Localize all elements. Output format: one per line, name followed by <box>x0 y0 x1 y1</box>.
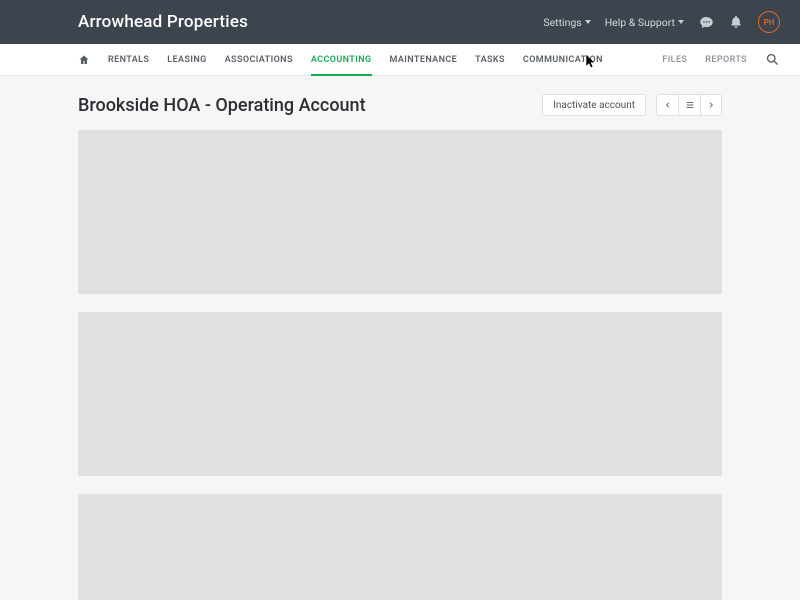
chat-icon[interactable] <box>698 14 714 30</box>
inactivate-account-button[interactable]: Inactivate account <box>542 94 646 116</box>
pager-list-button[interactable] <box>678 94 700 116</box>
help-support-menu[interactable]: Help & Support <box>605 16 684 29</box>
page-header: Brookside HOA - Operating Account Inacti… <box>78 76 722 130</box>
pager-next-button[interactable] <box>700 94 722 116</box>
loading-placeholder <box>78 130 722 294</box>
user-avatar[interactable]: PH <box>758 11 780 33</box>
nav-associations[interactable]: ASSOCIATIONS <box>225 44 293 75</box>
nav-accounting[interactable]: ACCOUNTING <box>311 44 372 75</box>
chevron-down-icon <box>678 20 684 24</box>
help-label: Help & Support <box>605 16 675 29</box>
chevron-down-icon <box>585 20 591 24</box>
page-title: Brookside HOA - Operating Account <box>78 95 366 116</box>
top-bar: Arrowhead Properties Settings Help & Sup… <box>0 0 800 44</box>
nav-communication[interactable]: COMMUNICATION <box>523 44 603 75</box>
main-scroll[interactable]: Arrowhead Properties Settings Help & Sup… <box>0 0 800 600</box>
pager-prev-button[interactable] <box>656 94 678 116</box>
search-icon[interactable] <box>765 44 780 75</box>
settings-menu[interactable]: Settings <box>543 16 590 29</box>
nav-leasing[interactable]: LEASING <box>167 44 206 75</box>
loading-placeholder <box>78 494 722 600</box>
brand-name: Arrowhead Properties <box>78 12 248 32</box>
nav-tasks[interactable]: TASKS <box>475 44 505 75</box>
bell-icon[interactable] <box>728 14 744 30</box>
nav-reports[interactable]: REPORTS <box>705 44 747 75</box>
nav-bar: RENTALS LEASING ASSOCIATIONS ACCOUNTING … <box>0 44 800 76</box>
nav-rentals[interactable]: RENTALS <box>108 44 149 75</box>
page-body: Brookside HOA - Operating Account Inacti… <box>0 76 800 600</box>
avatar-initials: PH <box>764 18 775 27</box>
pager-group <box>656 94 722 116</box>
nav-files[interactable]: FILES <box>662 44 687 75</box>
loading-placeholder <box>78 312 722 476</box>
nav-maintenance[interactable]: MAINTENANCE <box>390 44 458 75</box>
settings-label: Settings <box>543 16 581 29</box>
nav-home[interactable] <box>78 44 90 75</box>
